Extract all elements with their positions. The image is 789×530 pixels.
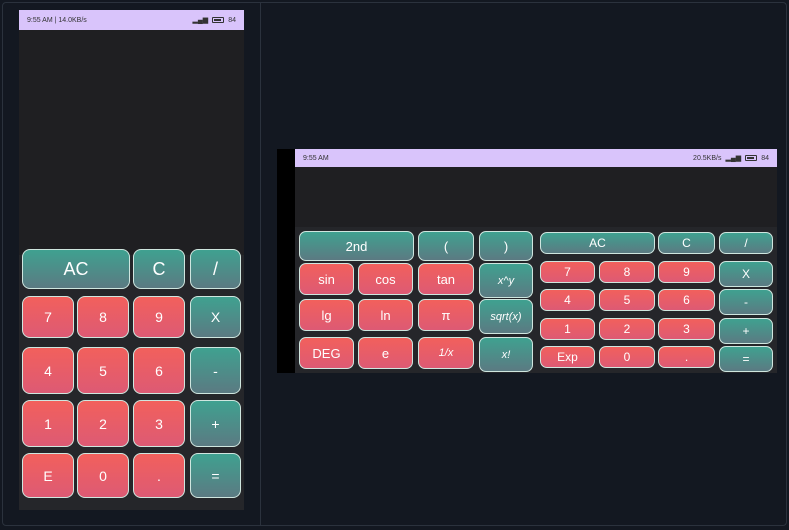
plus-button[interactable]: + <box>719 318 773 344</box>
landscape-phone-edge <box>277 149 295 373</box>
1-button[interactable]: 1 <box>22 400 74 447</box>
landscape-keypad: 2nd() sin cos tan x^y lg ln π sqrt(x) DEG e 1/x x! AC… <box>295 227 777 373</box>
multiply-button[interactable]: X <box>719 261 773 287</box>
e-button[interactable]: E <box>22 453 74 498</box>
cos-button[interactable]: cos <box>358 263 413 295</box>
ac-button[interactable]: AC <box>540 232 655 254</box>
network-speed: 20.5KB/s <box>693 154 722 162</box>
minus-button[interactable]: - <box>719 289 773 315</box>
2nd-button[interactable]: 2nd <box>299 231 414 261</box>
panel-divider <box>260 2 261 526</box>
power-button[interactable]: x^y <box>479 263 533 298</box>
calculator-display <box>19 30 244 255</box>
status-bar: 9:55 AM | 14.0KB/s ▂▄▆ 84 <box>19 10 244 30</box>
5-button[interactable]: 5 <box>599 289 655 311</box>
status-right: 20.5KB/s ▂▄▆ 84 <box>693 154 769 163</box>
status-time: 9:55 AM | 14.0KB/s <box>27 16 87 24</box>
battery-icon <box>745 155 758 161</box>
open-paren-button[interactable]: ( <box>418 231 474 261</box>
sqrt-button[interactable]: sqrt(x) <box>479 299 533 334</box>
landscape-phone: 9:55 AM 20.5KB/s ▂▄▆ 84 2nd() sin cos tan x^… <box>295 149 777 373</box>
decimal-button[interactable]: . <box>133 453 185 498</box>
0-button[interactable]: 0 <box>599 346 655 368</box>
6-button[interactable]: 6 <box>658 289 715 311</box>
plus-button[interactable]: + <box>190 400 241 447</box>
equals-button[interactable]: = <box>719 346 773 372</box>
9-button[interactable]: 9 <box>658 261 715 283</box>
1-button[interactable]: 1 <box>540 318 595 340</box>
7-button[interactable]: 7 <box>22 296 74 338</box>
tan-button[interactable]: tan <box>418 263 474 295</box>
status-time: 9:55 AM <box>303 154 329 162</box>
ln-button[interactable]: ln <box>358 299 413 331</box>
2-button[interactable]: 2 <box>599 318 655 340</box>
factorial-button[interactable]: x! <box>479 337 533 372</box>
close-paren-button[interactable]: ) <box>479 231 533 261</box>
8-button[interactable]: 8 <box>599 261 655 283</box>
c-button[interactable]: C <box>658 232 715 254</box>
multiply-button[interactable]: X <box>190 296 241 338</box>
deg-button[interactable]: DEG <box>299 337 354 369</box>
signal-icon: ▂▄▆ <box>192 17 209 24</box>
lg-button[interactable]: lg <box>299 299 354 331</box>
5-button[interactable]: 5 <box>77 347 129 394</box>
battery-icon <box>212 17 225 23</box>
3-button[interactable]: 3 <box>658 318 715 340</box>
9-button[interactable]: 9 <box>133 296 185 338</box>
3-button[interactable]: 3 <box>133 400 185 447</box>
decimal-button[interactable]: . <box>658 346 715 368</box>
minus-button[interactable]: - <box>190 347 241 394</box>
reciprocal-button[interactable]: 1/x <box>418 337 474 369</box>
c-button[interactable]: C <box>133 249 185 289</box>
divide-button[interactable]: / <box>190 249 241 289</box>
sin-button[interactable]: sin <box>299 263 354 295</box>
0-button[interactable]: 0 <box>77 453 129 498</box>
2-button[interactable]: 2 <box>77 400 129 447</box>
6-button[interactable]: 6 <box>133 347 185 394</box>
e-button[interactable]: e <box>358 337 413 369</box>
portrait-phone: 9:55 AM | 14.0KB/s ▂▄▆ 84 AC C/ 7 8 9 X 4 5 6- 1 2… <box>19 10 244 510</box>
signal-icon: ▂▄▆ <box>725 155 742 162</box>
exp-button[interactable]: Exp <box>540 346 595 368</box>
battery-level: 84 <box>228 16 236 24</box>
status-right: ▂▄▆ 84 <box>192 16 236 25</box>
ac-button[interactable]: AC <box>22 249 130 289</box>
pi-button[interactable]: π <box>418 299 474 331</box>
4-button[interactable]: 4 <box>540 289 595 311</box>
equals-button[interactable]: = <box>190 453 241 498</box>
4-button[interactable]: 4 <box>22 347 74 394</box>
status-bar: 9:55 AM 20.5KB/s ▂▄▆ 84 <box>295 149 777 167</box>
divide-button[interactable]: / <box>719 232 773 254</box>
7-button[interactable]: 7 <box>540 261 595 283</box>
8-button[interactable]: 8 <box>77 296 129 338</box>
battery-level: 84 <box>761 154 769 162</box>
